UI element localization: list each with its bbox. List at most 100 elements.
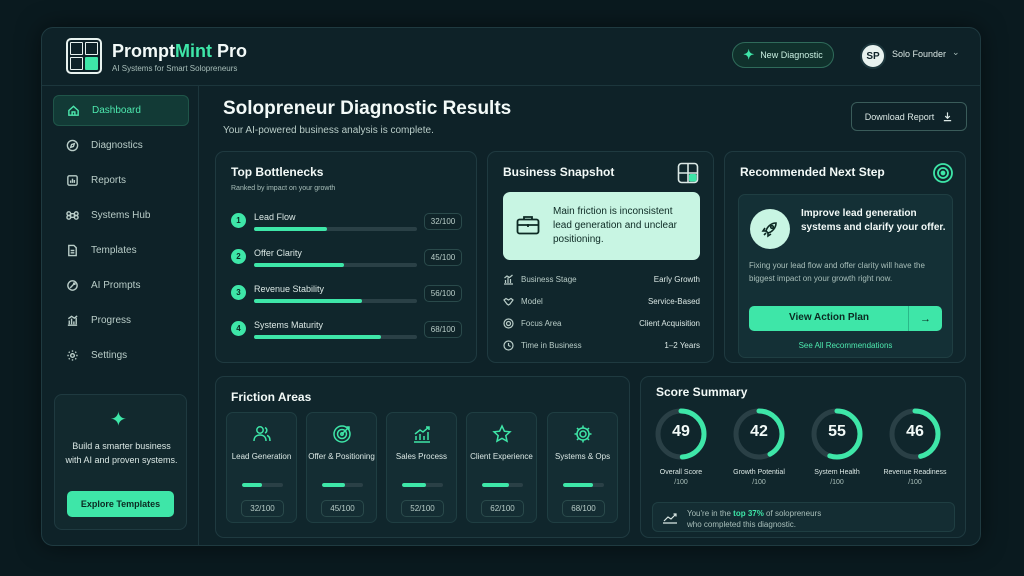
snapshot-row: Time in Business 1–2 Years [503, 339, 700, 355]
snapshot-value: Client Acquisition [639, 319, 700, 328]
gauge-value: 42 [750, 423, 768, 440]
friction-tile-client-experience[interactable]: Client Experience 62/100 [466, 412, 537, 523]
document-icon [65, 244, 79, 258]
target-icon [503, 318, 514, 329]
see-all-recommendations-link[interactable]: See All Recommendations [739, 341, 952, 350]
snapshot-value: 1–2 Years [664, 341, 700, 350]
progress-fill [254, 335, 382, 339]
sidebar-item-templates[interactable]: Templates [53, 235, 189, 266]
snapshot-value: Early Growth [653, 275, 700, 284]
top-header: PromptMint Pro AI Systems for Smart Solo… [42, 28, 980, 86]
progress-track [254, 227, 417, 231]
rank-badge: 4 [231, 321, 246, 336]
gauge-max: /100 [752, 479, 766, 486]
progress-track [254, 299, 417, 303]
progress-fill [242, 483, 262, 487]
brand-name: PromptMint Pro [112, 41, 247, 61]
gauge-label: System Health [814, 469, 860, 476]
sidebar-item-systems-hub[interactable]: Systems Hub [53, 200, 189, 231]
score-badge: 32/100 [424, 213, 462, 230]
recommendation-headline: Improve lead generation systems and clar… [801, 208, 946, 233]
progress-track [402, 483, 443, 487]
main-friction-text: Main friction is inconsistent lead gener… [553, 206, 677, 245]
bottleneck-label: Offer Clarity [254, 248, 302, 258]
sidebar-item-ai-prompts[interactable]: AI Prompts [53, 270, 189, 301]
briefcase-icon [516, 216, 540, 235]
friction-tile-sales-process[interactable]: Sales Process 52/100 [386, 412, 457, 523]
percentile-text: You're in the top 37% of solopreneurs who… [687, 509, 822, 529]
app-window: PromptMint Pro AI Systems for Smart Solo… [41, 27, 981, 546]
bottleneck-label: Revenue Stability [254, 284, 325, 294]
home-icon [66, 104, 80, 118]
download-icon [944, 112, 952, 122]
progress-fill [563, 483, 593, 487]
card-title: Friction Areas [231, 390, 312, 404]
sidebar-item-settings[interactable]: Settings [53, 340, 189, 371]
sidebar: Dashboard Diagnostics Reports Systems Hu… [42, 86, 199, 545]
gauge-label: Growth Potential [733, 469, 785, 476]
bottleneck-label: Systems Maturity [254, 320, 324, 330]
gauge-system-health: 55 System Health /100 [802, 406, 872, 486]
sidebar-item-dashboard[interactable]: Dashboard [53, 95, 189, 126]
user-name[interactable]: Solo Founder [892, 49, 946, 59]
gauge-value: 49 [672, 423, 690, 440]
gear-icon [574, 425, 592, 443]
score-badge: 68/100 [424, 321, 462, 338]
score-badge: 52/100 [401, 500, 444, 517]
sidebar-item-progress[interactable]: Progress [53, 305, 189, 336]
bottleneck-row: 3 Revenue Stability 56/100 [231, 280, 462, 310]
brand-tagline: AI Systems for Smart Solopreneurs [112, 64, 238, 73]
card-title: Top Bottlenecks [231, 165, 324, 179]
compass-icon [65, 139, 79, 153]
explore-templates-button[interactable]: Explore Templates [67, 491, 174, 517]
friction-areas-card: Friction Areas Lead Generation 32/100 Of… [215, 376, 630, 538]
trend-up-icon [414, 426, 430, 443]
logo-icon [66, 38, 102, 74]
target-icon [333, 425, 351, 443]
score-badge: 56/100 [424, 285, 462, 302]
dashboard-grid-icon [677, 162, 699, 184]
gauge-label: Overall Score [659, 469, 703, 476]
report-icon [65, 174, 79, 188]
snapshot-value: Service-Based [647, 297, 700, 306]
progress-fill [402, 483, 426, 487]
recommended-next-step-card: Recommended Next Step Improve lead gener… [724, 151, 966, 363]
trend-line-icon [663, 513, 677, 524]
progress-track [563, 483, 604, 487]
sidebar-item-diagnostics[interactable]: Diagnostics [53, 130, 189, 161]
gauge-growth-potential: 42 Growth Potential /100 [724, 406, 794, 486]
friction-tile-systems-ops[interactable]: Systems & Ops 68/100 [547, 412, 618, 523]
snapshot-row: Business Stage Early Growth [503, 273, 700, 289]
bar-chart-icon [504, 274, 513, 285]
new-diagnostic-button[interactable]: ✦ New Diagnostic [732, 42, 834, 68]
chevron-down-icon[interactable]: ⌄ [952, 47, 960, 58]
gauge-max: /100 [674, 479, 688, 486]
progress-fill [254, 263, 344, 267]
progress-track [254, 263, 417, 267]
view-action-plan-button[interactable]: View Action Plan → [749, 306, 942, 331]
download-report-button[interactable]: Download Report [851, 102, 967, 131]
recommendation-description: Fixing your lead flow and offer clarity … [749, 261, 925, 283]
gauge-overall-score: 49 Overall Score /100 [646, 406, 716, 486]
sidebar-item-reports[interactable]: Reports [53, 165, 189, 196]
progress-fill [322, 483, 345, 487]
gauge-value: 55 [828, 423, 846, 440]
card-title: Score Summary [656, 385, 748, 399]
score-summary-card: Score Summary 49 Overall Score /100 42 G… [640, 376, 966, 538]
clock-icon [503, 340, 514, 351]
target-icon [933, 163, 953, 183]
rank-badge: 1 [231, 213, 246, 228]
rank-badge: 2 [231, 249, 246, 264]
friction-tile-offer-positioning[interactable]: Offer & Positioning 45/100 [306, 412, 377, 523]
avatar[interactable]: SP [860, 43, 886, 69]
progress-fill [254, 299, 362, 303]
users-icon [253, 426, 271, 442]
snapshot-row: Focus Area Client Acquisition [503, 317, 700, 333]
friction-tile-lead-generation[interactable]: Lead Generation 32/100 [226, 412, 297, 523]
progress-track [254, 335, 417, 339]
gauge-max: /100 [830, 479, 844, 486]
rank-badge: 3 [231, 285, 246, 300]
snapshot-row: Model Service-Based [503, 295, 700, 311]
progress-fill [254, 227, 328, 231]
promo-text: Build a smarter business with AI and pro… [65, 441, 178, 465]
